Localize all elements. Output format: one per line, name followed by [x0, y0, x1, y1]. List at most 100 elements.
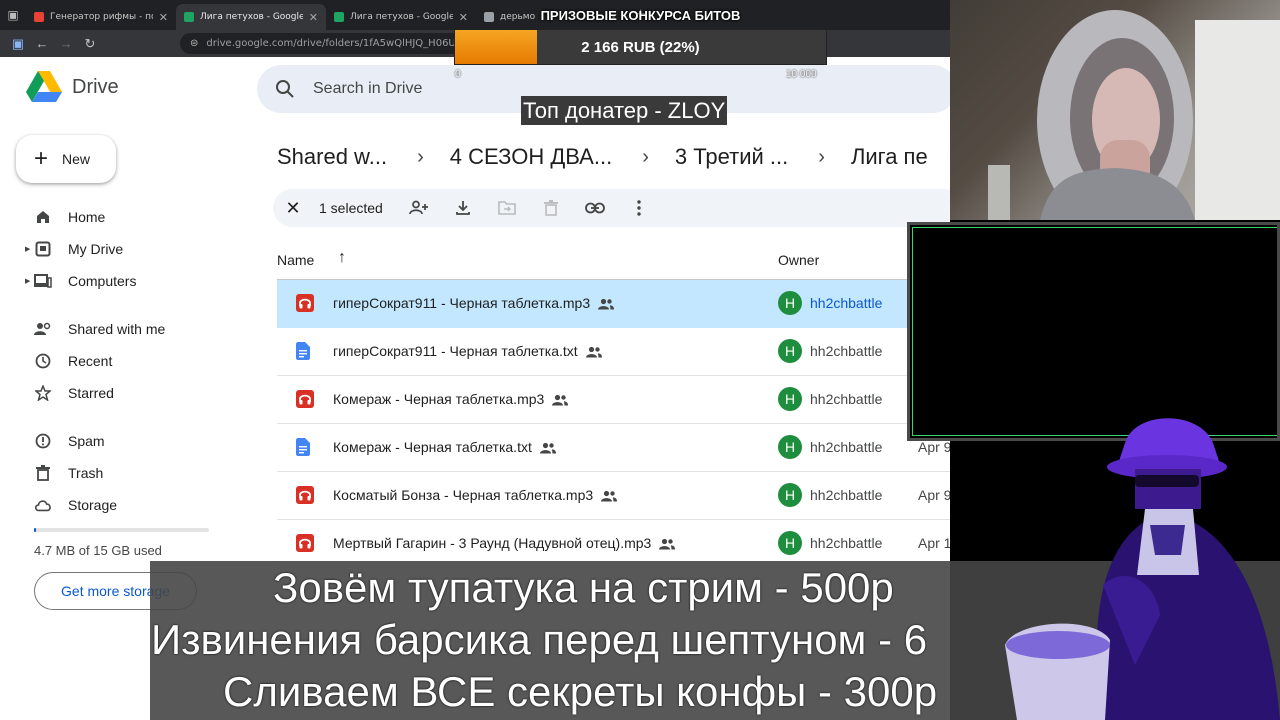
file-row[interactable]: Комераж - Черная таблетка.mp3 Hhh2chbattl… — [277, 376, 950, 424]
storage-progress-fill — [34, 528, 36, 532]
sidebar-item-spam[interactable]: Spam — [26, 427, 105, 455]
more-actions-icon[interactable] — [627, 196, 651, 220]
download-icon[interactable] — [451, 196, 475, 220]
expand-caret-icon[interactable]: ▶ — [25, 277, 30, 285]
file-name-text: гиперСократ911 - Черная таблетка.txt — [333, 343, 578, 359]
my-drive-icon — [34, 240, 52, 258]
progress-min-label: 0 — [455, 69, 461, 80]
sidebar-item-shared-with-me[interactable]: Shared with me — [26, 315, 165, 343]
sidebar-item-label: Trash — [68, 465, 104, 481]
document-file-icon — [296, 342, 314, 360]
breadcrumb-item[interactable]: 3 Третий ... — [675, 144, 788, 170]
file-list-header: Name ↑ Owner — [277, 249, 950, 279]
selection-count: 1 selected — [319, 200, 383, 216]
computers-icon — [34, 272, 52, 290]
contest-title: ПРИЗОВЫЕ КОНКУРСА БИТОВ — [540, 8, 741, 23]
browser-tab[interactable]: Лига петухов - Google Drive ✕ — [176, 4, 326, 30]
sidebar-item-recent[interactable]: Recent — [26, 347, 112, 375]
file-row[interactable]: гиперСократ911 - Черная таблетка.mp3 Hhh2… — [277, 280, 950, 328]
plus-icon: + — [34, 145, 49, 172]
sidebar-item-starred[interactable]: Starred — [26, 379, 114, 407]
sidebar-toggle-icon[interactable]: ▣ — [6, 36, 30, 52]
sidebar-item-home[interactable]: Home — [26, 203, 105, 231]
file-name-text: гиперСократ911 - Черная таблетка.mp3 — [333, 295, 591, 311]
donation-progress-bar: 2 166 RUB (22%) — [454, 29, 827, 65]
owner-avatar: H — [778, 435, 802, 459]
drive-logo[interactable]: Drive — [26, 71, 119, 103]
owner-avatar: H — [778, 291, 802, 315]
tab-title: Лига петухов - Google Drive — [350, 12, 453, 22]
tab-close-icon[interactable]: ✕ — [159, 11, 168, 24]
file-row[interactable]: гиперСократ911 - Черная таблетка.txt Hhh2… — [277, 328, 950, 376]
file-row[interactable]: Косматый Бонза - Черная таблетка.mp3 Hhh2… — [277, 472, 950, 520]
drive-logo-text: Drive — [72, 75, 119, 98]
shared-icon — [34, 320, 52, 338]
sidebar-item-my-drive[interactable]: ▶ My Drive — [25, 235, 123, 263]
browser-tab[interactable]: Генератор рифмы - подобрать ✕ — [26, 4, 176, 30]
sidebar-item-label: Recent — [68, 353, 113, 369]
sidebar-item-trash[interactable]: Trash — [26, 459, 103, 487]
document-file-icon — [296, 438, 314, 456]
delete-icon[interactable] — [539, 196, 563, 220]
storage-progress-bar — [34, 528, 209, 532]
home-icon — [34, 208, 52, 226]
site-info-icon[interactable]: ⊜ — [190, 38, 198, 49]
search-input[interactable]: Search in Drive — [313, 80, 422, 98]
sidebar-item-label: Starred — [68, 385, 114, 401]
file-name-text: Косматый Бонза - Черная таблетка.mp3 — [333, 487, 594, 503]
shared-icon — [585, 345, 602, 361]
file-row[interactable]: Комераж - Черная таблетка.txt Hhh2chbattl… — [277, 424, 950, 472]
drive-logo-icon — [26, 71, 62, 102]
tab-favicon-icon — [184, 12, 194, 22]
streamer-photo — [950, 0, 1280, 220]
file-name: гиперСократ911 - Черная таблетка.mp3 — [333, 295, 615, 313]
ticker-line: Зовём тупатука на стрим - 500р — [273, 564, 894, 611]
share-icon[interactable] — [407, 196, 431, 220]
audio-file-icon — [296, 294, 314, 312]
new-button-label: New — [62, 151, 91, 167]
sidebar-item-storage[interactable]: Storage — [26, 491, 117, 519]
chevron-right-icon: › — [642, 145, 649, 168]
breadcrumb-item[interactable]: 4 СЕЗОН ДВА... — [450, 144, 612, 170]
file-name: гиперСократ911 - Черная таблетка.txt — [333, 343, 602, 361]
audio-file-icon — [296, 486, 314, 504]
tab-favicon-icon — [334, 12, 344, 22]
modified-date: Apr 9, 2026 — [918, 439, 950, 455]
move-to-folder-icon[interactable] — [495, 196, 519, 220]
clear-selection-icon[interactable]: ✕ — [285, 198, 301, 219]
search-icon[interactable] — [275, 79, 295, 99]
column-name[interactable]: Name — [277, 252, 314, 268]
tab-favicon-icon — [34, 12, 44, 22]
sidebar-item-computers[interactable]: ▶ Computers — [25, 267, 136, 295]
column-owner[interactable]: Owner — [778, 252, 819, 268]
expand-caret-icon[interactable]: ▶ — [25, 245, 30, 253]
sidebar-item-label: Shared with me — [68, 321, 166, 337]
tab-search-icon[interactable]: ▣ — [0, 0, 26, 30]
storage-usage-text: 4.7 MB of 15 GB used — [34, 543, 162, 558]
progress-max-label: 10 000 — [786, 69, 817, 80]
file-name: Комераж - Черная таблетка.txt — [333, 439, 556, 457]
copy-link-icon[interactable] — [583, 196, 607, 220]
ticker-line: Сливаем ВСЕ секреты конфы - 300р — [223, 668, 938, 715]
breadcrumb-item[interactable]: Лига пе — [851, 144, 928, 170]
sidebar-item-label: Home — [68, 209, 106, 225]
tab-title: Лига петухов - Google Drive — [200, 12, 303, 22]
shared-icon — [539, 441, 556, 457]
file-name: Косматый Бонза - Черная таблетка.mp3 — [333, 487, 618, 505]
modified-date: Apr 13, 2026 — [918, 535, 950, 551]
webcam-feed — [950, 0, 1280, 220]
forward-icon[interactable]: → — [54, 36, 78, 51]
sort-ascending-icon[interactable]: ↑ — [338, 249, 346, 267]
owner-avatar: H — [778, 339, 802, 363]
sidebar-item-label: Spam — [68, 433, 105, 449]
reload-icon[interactable]: ↻ — [78, 36, 102, 52]
breadcrumb-item[interactable]: Shared w... — [277, 144, 387, 170]
file-name: Комераж - Черная таблетка.mp3 — [333, 391, 569, 409]
back-icon[interactable]: ← — [30, 36, 54, 51]
new-button[interactable]: + New — [16, 135, 116, 183]
chevron-right-icon: › — [818, 145, 825, 168]
tab-close-icon[interactable]: ✕ — [309, 11, 318, 24]
shared-icon — [659, 537, 676, 553]
star-icon — [34, 384, 52, 402]
owner-name: hh2chbattle — [810, 295, 883, 311]
